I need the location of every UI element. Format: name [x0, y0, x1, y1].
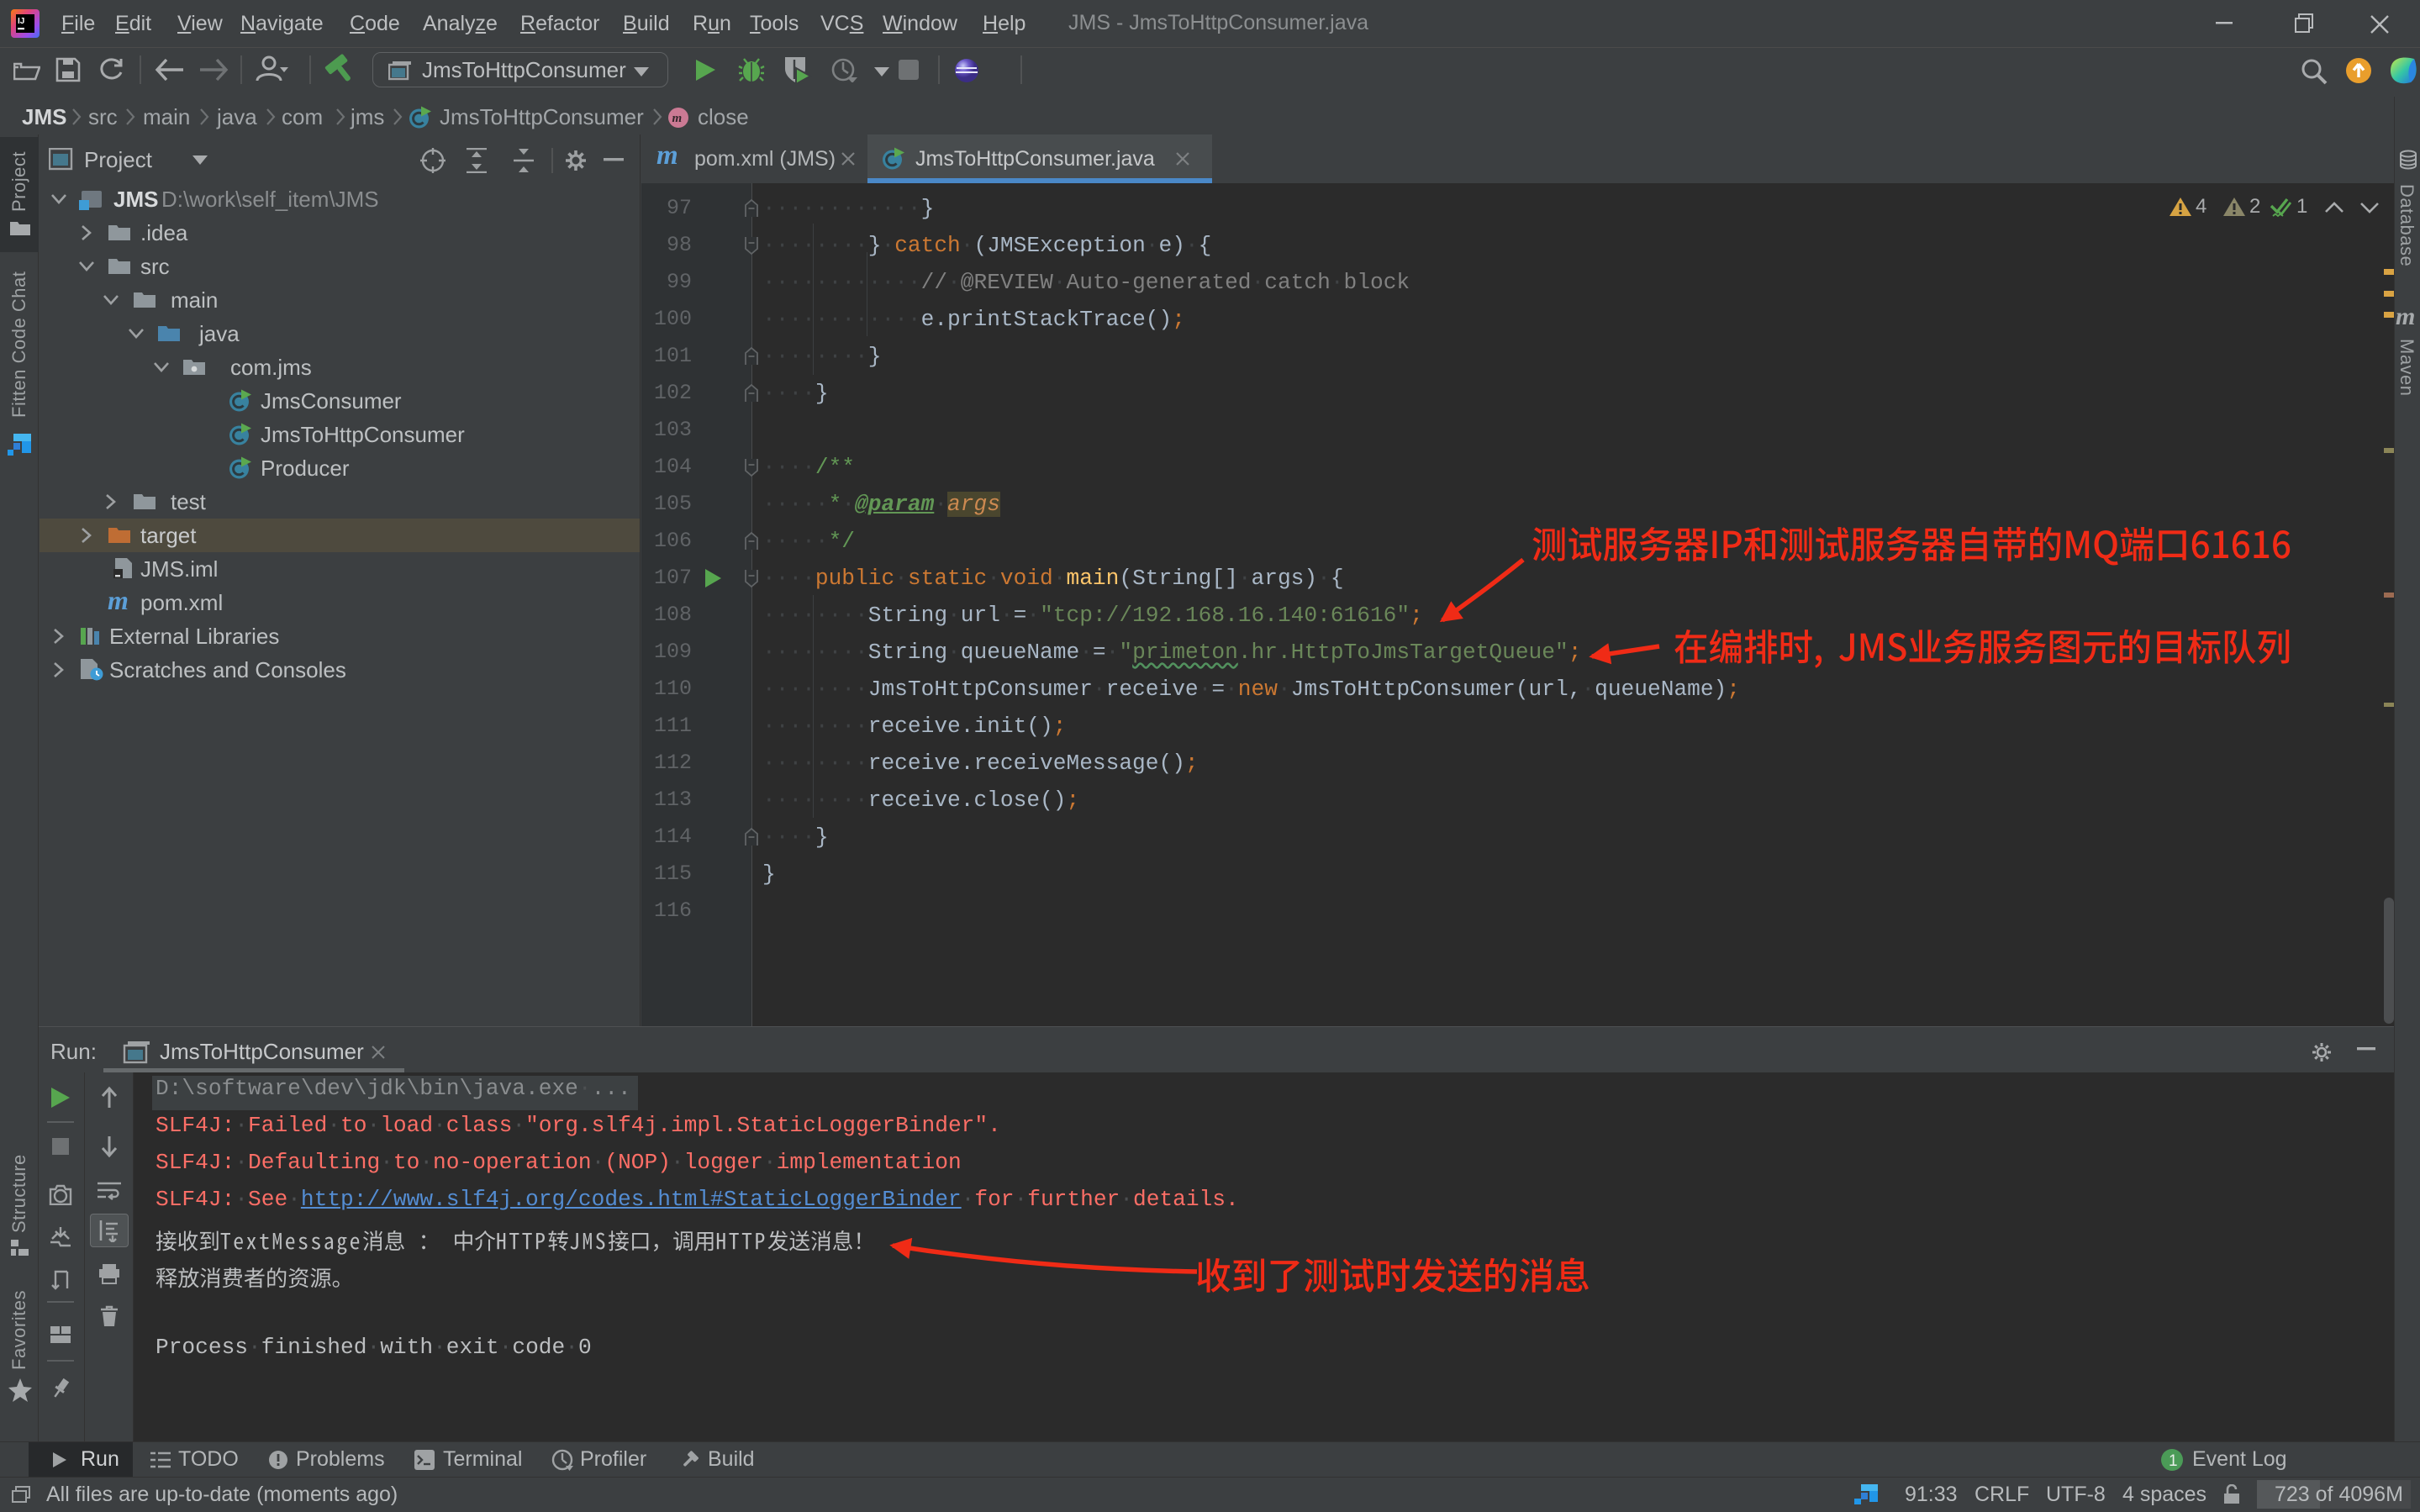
svg-text:IJ: IJ: [18, 17, 24, 26]
svg-text:m: m: [672, 112, 683, 125]
svg-text:1: 1: [2169, 1452, 2178, 1470]
